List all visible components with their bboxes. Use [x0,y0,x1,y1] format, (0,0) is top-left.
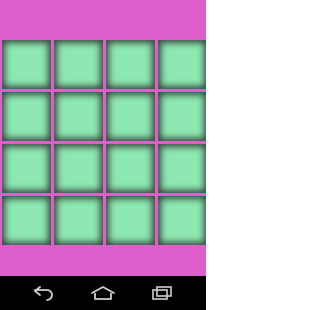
tile-r3-c1[interactable] [2,144,51,193]
app-window [0,0,206,310]
home-icon [91,286,115,300]
home-button[interactable] [86,279,120,307]
tile-grid [2,40,206,245]
recent-apps-icon [152,286,173,300]
tile-r2-c4[interactable] [158,92,206,141]
back-arrow-icon [33,286,53,301]
tile-r4-c2[interactable] [54,196,103,245]
tile-r3-c3[interactable] [106,144,155,193]
tile-r1-c2[interactable] [54,40,103,89]
tile-r4-c1[interactable] [2,196,51,245]
tile-r3-c4[interactable] [158,144,206,193]
tile-r1-c4[interactable] [158,40,206,89]
game-screen [0,0,206,276]
recent-apps-button[interactable] [145,279,179,307]
tile-r3-c2[interactable] [54,144,103,193]
back-button[interactable] [27,279,61,307]
tile-r2-c1[interactable] [2,92,51,141]
system-navigation-bar [0,276,206,310]
tile-r4-c4[interactable] [158,196,206,245]
tile-r1-c3[interactable] [106,40,155,89]
tile-r2-c3[interactable] [106,92,155,141]
tile-r2-c2[interactable] [54,92,103,141]
tile-r4-c3[interactable] [106,196,155,245]
tile-r1-c1[interactable] [2,40,51,89]
